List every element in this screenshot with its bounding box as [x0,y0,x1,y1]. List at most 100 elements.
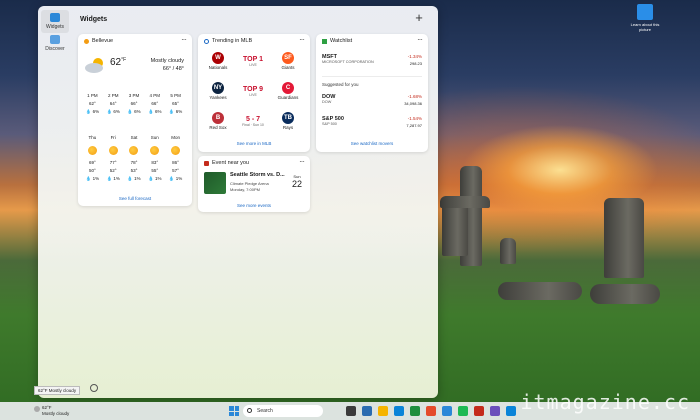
desktop-icon-label: Learn about this picture [630,22,660,32]
daily-forecast: Thu 69° 50° 💧 1% Fri 77° 52° 💧 1% Sat 78° 53° 💧 1% S… [82,134,186,183]
hourly-cell: 3 PM 66° 💧 6% [124,92,145,116]
event-card-header: Event near you [204,160,249,166]
mlb-card-header: Trending in MLB [204,38,252,44]
mlb-game-row[interactable]: W Nationals TOP 1 LIVE SF Giants [204,50,302,78]
game-status: TOP 9 LIVE [237,86,269,97]
day-precip: 💧 1% [148,176,162,181]
taskbar-app-icon[interactable] [346,406,356,416]
stock-price: 34,098.36 [404,101,422,106]
taskbar-app-icon[interactable] [506,406,516,416]
mlb-game-row[interactable]: B Red Sox 5 - 7 Final · Sun 10 TB Rays [204,110,302,138]
rail-item-discover[interactable]: Discover [41,32,69,55]
hour-temp: 64° [109,101,117,106]
watchlist-card-header: Watchlist [322,38,352,44]
daily-cell: Fri 77° 52° 💧 1% [103,134,124,183]
day-precip: 💧 1% [168,176,183,181]
game-live-status: LIVE [249,63,257,67]
event-time: Monday, 7:00PM [230,187,260,192]
hourly-forecast: 1 PM 62° 💧 6% 2 PM 64° 💧 6% 3 PM 66° 💧 6% 4 PM 66°… [82,92,186,116]
stock-row[interactable]: S&P 500 S&P 500 -1.54% 7,287.97 [322,116,422,128]
game-inning: 5 - 7 [245,116,260,123]
day-precip: 💧 1% [106,176,120,181]
stock-row-main[interactable]: MSFT MICROSOFT CORPORATION -1.34% 298.23 [322,54,422,66]
event-day: 22 [291,179,302,189]
day-low: 50° [88,168,96,173]
taskbar-app-icon[interactable] [442,406,452,416]
taskbar-app-icon[interactable] [362,406,372,416]
mlb-card[interactable]: Trending in MLB ··· W Nationals TOP 1 LIVE S… [198,34,310,152]
event-card[interactable]: Event near you ··· Seattle Storm vs. D..… [198,156,310,212]
more-options-icon[interactable]: ··· [181,35,187,44]
taskbar-search[interactable]: Search [243,405,323,417]
more-options-icon[interactable]: ··· [417,35,423,44]
team-name: Nationals [208,65,228,70]
mlb-game-row[interactable]: NY Yankees TOP 9 LIVE C Guardians [204,80,302,108]
hour-precip: 💧 6% [168,109,183,114]
event-icon [204,160,209,166]
watchlist-card[interactable]: Watchlist ··· MSFT MICROSOFT CORPORATION… [316,34,428,152]
widget-board: Widgets Discover Widgets + Bellevue ··· … [38,6,438,398]
stone-decoration [604,198,644,278]
raindrop-icon: 💧 [127,176,133,181]
day-precip: 💧 1% [85,176,100,181]
weather-card[interactable]: Bellevue ··· 62°F Mostly cloudy 66° / 48… [78,34,192,206]
home-team: B Red Sox [204,112,232,130]
raindrop-icon: 💧 [148,109,154,114]
watchlist-movers-link[interactable]: See watchlist movers [316,141,428,146]
stock-change: -1.68% [407,94,422,99]
watchlist-icon [322,38,327,44]
suggested-label: Suggested for you [322,82,359,87]
raindrop-icon: 💧 [127,109,133,114]
event-title: Event near you [212,160,249,166]
team-name: Yankees [209,95,227,100]
rail-item-widgets[interactable]: Widgets [41,10,69,33]
partly-cloudy-icon [85,58,103,73]
more-options-icon[interactable]: ··· [299,35,305,44]
taskbar-app-icon[interactable] [410,406,420,416]
full-forecast-link[interactable]: See full forecast [78,196,192,201]
daily-cell: Thu 69° 50° 💧 1% [82,134,103,183]
weather-temperature: 62°F [110,57,127,68]
stock-row[interactable]: DOW DOW -1.68% 34,098.36 [322,94,422,106]
start-button[interactable] [229,406,239,416]
day-label: Sat [130,135,138,140]
day-high: 78° [130,160,138,165]
day-low: 53° [130,168,138,173]
desktop-icon-learn[interactable]: Learn about this picture [630,4,660,32]
day-label: Thu [88,135,97,140]
mlb-more-link[interactable]: See more in MLB [198,141,310,146]
day-label: Sun [150,135,159,140]
day-low: 55° [151,168,159,173]
taskbar-app-icon[interactable] [458,406,468,416]
taskbar-app-icon[interactable] [394,406,404,416]
stone-decoration [498,282,582,300]
taskbar-weather[interactable]: 62°F Mostly cloudy [34,405,69,417]
taskbar-app-icon[interactable] [474,406,484,416]
daily-cell: Sun 83° 55° 💧 1% [144,134,165,183]
hour-temp: 66° [130,101,138,106]
hour-precip: 💧 6% [127,109,141,114]
taskbar-app-icon[interactable] [378,406,388,416]
add-widget-button[interactable]: + [412,11,426,26]
raindrop-icon: 💧 [106,176,113,181]
day-label: Fri [110,135,116,140]
more-events-link[interactable]: See more events [198,203,310,208]
game-live-status: LIVE [249,93,257,97]
hour-precip: 💧 6% [148,109,162,114]
raindrop-icon: 💧 [148,176,154,181]
stock-price: 7,287.97 [406,123,422,128]
taskbar-app-icon[interactable] [426,406,436,416]
sunny-icon [171,146,181,155]
hour-temp: 65° [172,101,179,106]
hourly-cell: 5 PM 65° 💧 6% [165,92,186,116]
more-options-icon[interactable]: ··· [299,157,305,166]
stock-change: -1.54% [407,116,422,121]
team-logo-icon: SF [282,52,294,64]
raindrop-icon: 💧 [85,109,92,114]
settings-icon[interactable] [90,384,98,392]
raindrop-icon: 💧 [168,176,175,181]
taskbar-app-icon[interactable] [490,406,500,416]
hour-label: 3 PM [128,93,140,98]
day-high: 83° [151,160,159,165]
sunny-icon [129,146,139,155]
